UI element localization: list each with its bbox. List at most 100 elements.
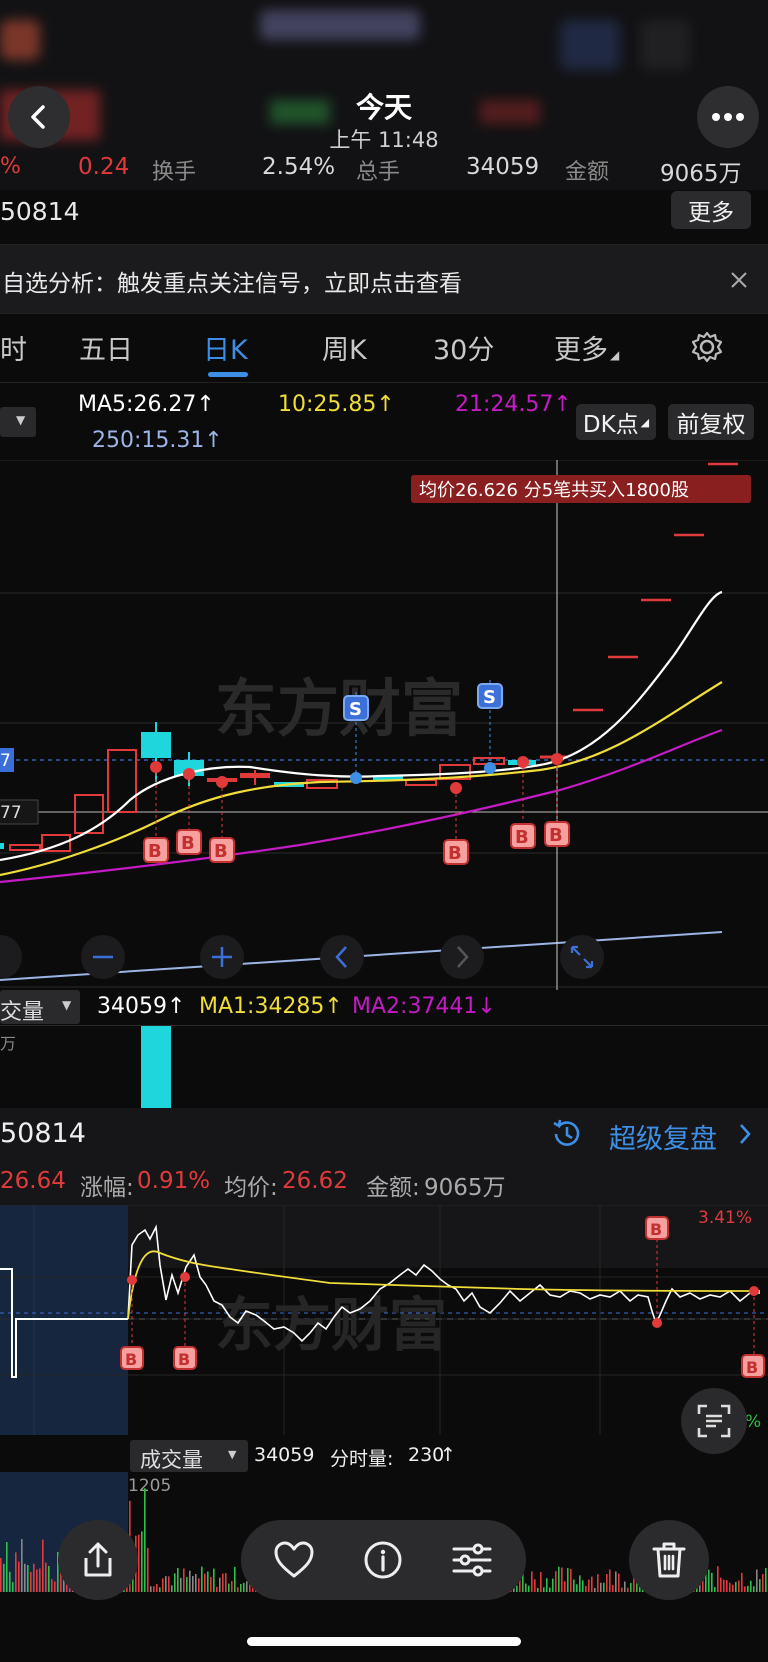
- dropdown-arrow-icon: ▼: [62, 998, 72, 1012]
- volume-bar: [216, 1586, 218, 1592]
- dk-point-button[interactable]: DK点 ◢: [576, 404, 656, 440]
- settings-gear-icon[interactable]: [690, 330, 724, 364]
- buy-marker-label: B: [125, 1350, 137, 1369]
- sell-marker-label: S: [483, 687, 496, 708]
- volume-bar: [564, 1581, 566, 1592]
- volume-bar: [525, 1583, 527, 1592]
- action-group: [241, 1520, 526, 1600]
- volume-bar: [36, 1569, 38, 1592]
- volume-bar: [24, 1563, 26, 1592]
- volume-bar: [174, 1573, 176, 1592]
- intraday-volume-selector[interactable]: 成交量 ▼: [130, 1440, 248, 1472]
- buy-marker-label: B: [214, 841, 228, 862]
- watermark: 东方财富: [215, 1291, 447, 1359]
- volume-bar: [156, 1583, 158, 1592]
- tab-time[interactable]: 时: [0, 328, 27, 367]
- buy-marker-label: B: [448, 843, 462, 864]
- volume-bar: [765, 1567, 767, 1592]
- right-percent: %: [745, 1412, 761, 1432]
- blurred-icon: [560, 20, 620, 70]
- volume-bar: [585, 1585, 587, 1592]
- tab-weekly-k[interactable]: 周K: [322, 328, 367, 367]
- volume-selector-label: 交量: [0, 1000, 45, 1025]
- volume-bar: [762, 1574, 764, 1592]
- volume-bar: [756, 1569, 758, 1592]
- volume-bar: [234, 1566, 236, 1592]
- change-value: 0.91%: [137, 1168, 211, 1194]
- replay-code: 50814: [0, 1118, 86, 1149]
- volume-bar: [597, 1574, 599, 1592]
- volume-bar: [711, 1572, 713, 1592]
- tab-daily-k[interactable]: 日K: [203, 328, 248, 367]
- super-replay-link[interactable]: 超级复盘: [609, 1117, 717, 1156]
- volume-bar: [183, 1568, 185, 1592]
- more-button[interactable]: 更多: [671, 191, 751, 229]
- volume-bar: [27, 1565, 29, 1592]
- volume-bar: [3, 1563, 5, 1592]
- ellipsis-icon: [712, 113, 744, 121]
- scan-button[interactable]: [681, 1388, 747, 1454]
- volume-bar: [615, 1571, 617, 1592]
- close-icon[interactable]: [730, 271, 748, 289]
- change-value: 0.24: [78, 154, 130, 180]
- volume-bar: [159, 1587, 161, 1592]
- forward-adjust-button[interactable]: 前复权: [668, 404, 754, 440]
- page-title: 今天: [355, 91, 412, 124]
- trash-icon: [652, 1542, 686, 1578]
- volume-bar: [162, 1578, 164, 1592]
- volume-bar: [204, 1573, 206, 1592]
- history-clock-icon[interactable]: [550, 1117, 584, 1151]
- nav-button[interactable]: [0, 935, 22, 979]
- indicator-selector[interactable]: ▼: [0, 407, 36, 437]
- volume-bar: [15, 1552, 17, 1592]
- blurred-icon: [640, 20, 690, 70]
- volume-bar: [171, 1585, 173, 1592]
- volume-bar: [729, 1582, 731, 1592]
- divider: [0, 382, 768, 383]
- hands-value: 34059: [466, 154, 540, 180]
- volume-indicator-selector[interactable]: 交量 ▼: [0, 990, 80, 1025]
- volume-bar: [42, 1539, 44, 1592]
- tab-30min[interactable]: 30分: [433, 328, 494, 367]
- volume-bar: [546, 1578, 548, 1592]
- volume-ma1: MA1:34285↑: [199, 994, 343, 1019]
- scroll-left-button[interactable]: [320, 935, 364, 979]
- volume-bar: [219, 1577, 221, 1592]
- heart-icon[interactable]: [273, 1540, 315, 1580]
- scan-icon: [697, 1404, 731, 1438]
- fullscreen-button[interactable]: [560, 935, 604, 979]
- tab-more[interactable]: 更多 ◢: [554, 328, 619, 367]
- ma10-label: 10:25.85↑: [278, 392, 395, 417]
- volume-bar: [741, 1572, 743, 1592]
- tab-five-day[interactable]: 五日: [79, 328, 133, 367]
- price-tag: [0, 843, 4, 849]
- price-tag-label: 77: [0, 803, 22, 823]
- dropdown-arrow-icon: ▼: [228, 1448, 237, 1461]
- volume-bar: [189, 1570, 191, 1592]
- scroll-right-button[interactable]: [440, 935, 484, 979]
- trade-markers[interactable]: B B B S B S B B: [143, 680, 570, 865]
- share-button[interactable]: [58, 1520, 138, 1600]
- adjustments-icon[interactable]: [451, 1540, 493, 1580]
- volume-bar: [147, 1547, 149, 1592]
- volume-bar: [192, 1576, 194, 1592]
- watermark: 东方财富: [215, 672, 463, 745]
- volume-bar: [144, 1488, 146, 1592]
- chart-nav[interactable]: [0, 935, 604, 979]
- volume-bar: [720, 1577, 722, 1592]
- intraday-chart[interactable]: 东方财富 B B B B 3.41% %: [0, 1205, 768, 1435]
- volume-bar: [708, 1569, 710, 1592]
- volume-bar: [207, 1571, 209, 1592]
- notice-bar[interactable]: 自选分析：触发重点关注信号，立即点击查看: [0, 244, 768, 314]
- volume-bar: [180, 1577, 182, 1592]
- chevron-right-icon[interactable]: [737, 1122, 753, 1146]
- avg-label: 均价:: [224, 1175, 278, 1201]
- delete-button[interactable]: [629, 1520, 709, 1600]
- volume-bar: [54, 1581, 56, 1592]
- minute-volume-arrow: ↑: [440, 1444, 456, 1466]
- kline-chart[interactable]: 东方财富 均价26.626 分5笔共买入1800股 7 77 B B B S B…: [0, 460, 768, 990]
- more-options-button[interactable]: [697, 86, 759, 148]
- volume-bar: [630, 1583, 632, 1592]
- info-icon[interactable]: [363, 1540, 403, 1580]
- home-indicator[interactable]: [247, 1637, 521, 1646]
